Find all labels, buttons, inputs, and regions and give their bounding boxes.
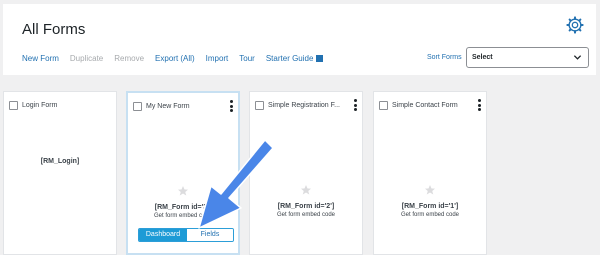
form-name: Login Form [22, 102, 58, 109]
page-title: All Forms [22, 21, 86, 38]
duplicate-link: Duplicate [69, 54, 104, 63]
card-checkbox[interactable] [379, 101, 388, 110]
dashboard-button[interactable]: Dashboard [139, 229, 187, 241]
chevron-down-icon [573, 55, 582, 60]
export-all-link[interactable]: Export (All) [155, 54, 195, 63]
arrow-pointer-icon [198, 139, 274, 229]
remove-link: Remove [114, 54, 145, 63]
card-checkbox[interactable] [255, 101, 264, 110]
sort-forms-label: Sort Forms [427, 54, 462, 61]
form-name: Simple Contact Form [392, 102, 458, 109]
tour-link[interactable]: Tour [239, 54, 255, 63]
import-link[interactable]: Import [206, 54, 229, 63]
kebab-menu-icon[interactable] [354, 99, 357, 113]
star-icon[interactable] [424, 184, 436, 196]
form-shortcode: [RM_Login] [40, 158, 80, 165]
card-checkbox[interactable] [133, 102, 142, 111]
sort-select[interactable]: Select [466, 47, 589, 68]
kebab-menu-icon[interactable] [478, 99, 481, 113]
form-card-login[interactable]: Login Form [RM_Login] [3, 91, 117, 255]
form-shortcode: [RM_Form id='1'] [401, 203, 459, 210]
starter-guide-label: Starter Guide [265, 54, 314, 63]
new-form-link[interactable]: New Form [22, 54, 59, 63]
star-icon[interactable] [300, 184, 312, 196]
toolbar: New Form Duplicate Remove Export (All) I… [22, 54, 334, 63]
embed-code-link[interactable]: Get form embed code [374, 212, 486, 218]
gear-icon[interactable] [566, 16, 584, 34]
form-card-simple-contact[interactable]: Simple Contact Form [RM_Form id='1'] Get… [373, 91, 487, 255]
starter-guide-link[interactable]: Starter Guide [266, 54, 324, 63]
form-name: My New Form [146, 103, 190, 110]
book-icon [316, 55, 324, 62]
sort-select-value: Select [472, 54, 493, 61]
card-checkbox[interactable] [9, 101, 18, 110]
page-header: All Forms New Form Duplicate Remove Expo… [3, 4, 596, 75]
form-name: Simple Registration F... [268, 102, 340, 109]
kebab-menu-icon[interactable] [230, 100, 233, 114]
